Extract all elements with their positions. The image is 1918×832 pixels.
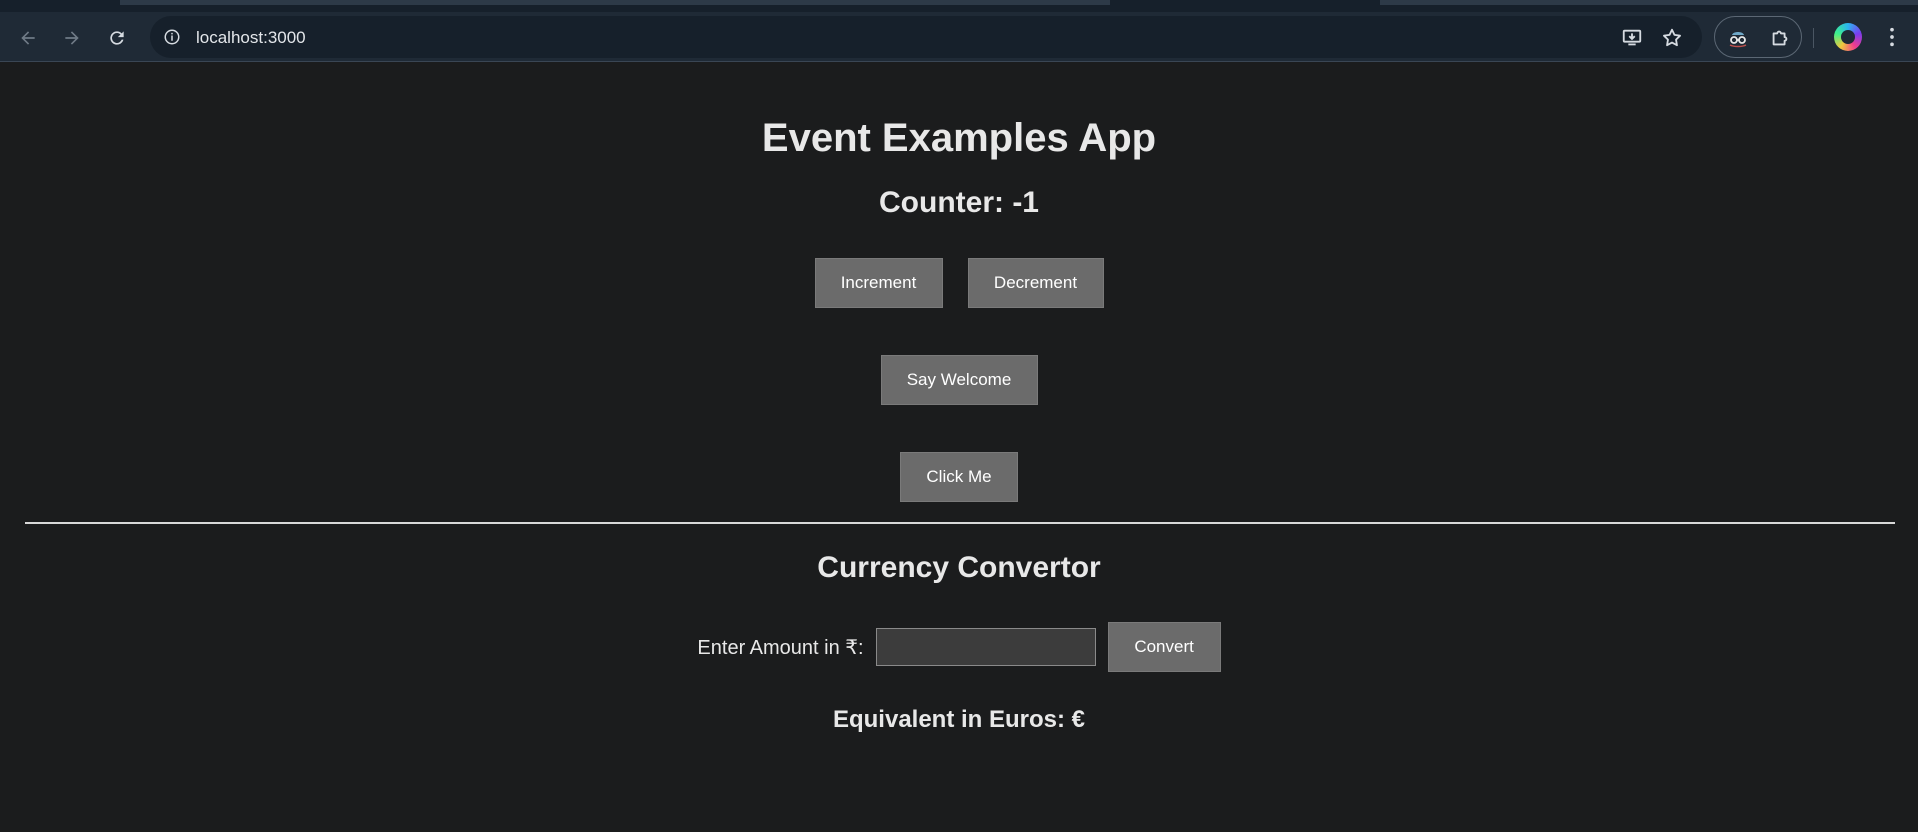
click-me-button[interactable]: Click Me xyxy=(900,452,1018,502)
browser-toolbar: localhost:3000 xyxy=(0,12,1918,62)
url-text: localhost:3000 xyxy=(196,28,306,47)
section-divider xyxy=(25,522,1895,524)
amount-input[interactable] xyxy=(875,628,1096,666)
counter-row: Counter: -1 xyxy=(0,183,1918,223)
counter-buttons-row: Increment Decrement xyxy=(0,258,1918,308)
forward-button[interactable] xyxy=(54,20,90,56)
kebab-menu-icon xyxy=(1890,27,1894,47)
toolbar-divider xyxy=(1813,28,1814,48)
tab-inactive[interactable] xyxy=(120,0,1110,5)
converter-title: Currency Convertor xyxy=(817,551,1101,584)
result-row: Equivalent in Euros: € xyxy=(0,703,1918,737)
extensions-group xyxy=(1714,16,1802,58)
extensions-menu-button[interactable] xyxy=(1767,25,1793,51)
converter-title-row: Currency Convertor xyxy=(0,548,1918,588)
back-arrow-icon xyxy=(21,31,35,45)
forward-arrow-icon xyxy=(65,31,79,45)
extension-button[interactable] xyxy=(1725,25,1751,51)
reload-button[interactable] xyxy=(99,20,135,56)
tab-inactive-2[interactable] xyxy=(1380,0,1918,5)
star-icon xyxy=(1663,28,1681,47)
say-welcome-button[interactable]: Say Welcome xyxy=(880,355,1038,405)
click-me-row: Click Me xyxy=(0,452,1918,502)
profile-avatar-icon[interactable] xyxy=(1834,23,1862,51)
converter-form-row: Enter Amount in ₹: Convert xyxy=(0,622,1918,672)
counter-display: Counter: -1 xyxy=(879,186,1039,219)
info-icon[interactable] xyxy=(162,27,182,47)
increment-button[interactable]: Increment xyxy=(814,258,943,308)
amount-label: Enter Amount in ₹: xyxy=(697,636,864,659)
incognito-glasses-icon xyxy=(1729,32,1747,48)
install-app-icon xyxy=(1622,29,1642,46)
page-content: Event Examples App Counter: -1 Increment… xyxy=(0,63,1918,832)
back-button[interactable] xyxy=(10,20,46,56)
menu-button[interactable] xyxy=(1880,22,1904,52)
puzzle-icon xyxy=(1772,30,1788,46)
decrement-button[interactable]: Decrement xyxy=(967,258,1104,308)
euro-result: Equivalent in Euros: € xyxy=(832,706,1086,733)
bookmark-button[interactable] xyxy=(1660,26,1684,50)
address-bar[interactable]: localhost:3000 xyxy=(150,16,1702,58)
app-title-row: Event Examples App xyxy=(0,113,1918,163)
convert-button[interactable]: Convert xyxy=(1107,622,1221,672)
app-title: Event Examples App xyxy=(761,115,1157,160)
welcome-row: Say Welcome xyxy=(0,355,1918,405)
reload-icon xyxy=(110,31,124,45)
install-app-button[interactable] xyxy=(1620,26,1644,50)
tab-strip xyxy=(0,0,1918,12)
